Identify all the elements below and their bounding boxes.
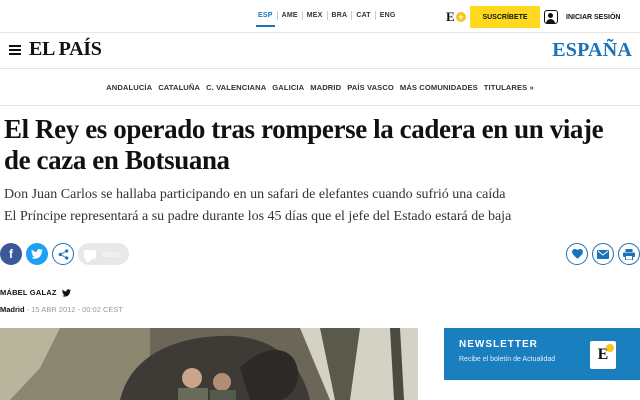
region-link-titulares[interactable]: TITULARES » — [484, 83, 534, 92]
article-photo[interactable] — [0, 328, 418, 400]
account-area: E + SUSCRÍBETE INICIAR SESIÓN — [446, 6, 640, 28]
region-link-mas-comunidades[interactable]: MÁS COMUNIDADES — [400, 83, 478, 92]
edition-selector: ESP AME MEX BRA CAT ENG — [256, 11, 400, 27]
heart-icon — [571, 249, 583, 259]
region-link-andalucia[interactable]: ANDALUCÍA — [106, 83, 152, 92]
email-share-button[interactable] — [592, 243, 614, 265]
article-headline: El Rey es operado tras romperse la cader… — [4, 114, 604, 175]
section-title[interactable]: ESPAÑA — [552, 39, 632, 62]
site-logo[interactable]: EL PAÍS — [29, 38, 102, 61]
region-link-cataluna[interactable]: CATALUÑA — [158, 83, 200, 92]
edition-bra[interactable]: BRA — [326, 11, 352, 20]
edition-cat[interactable]: CAT — [351, 11, 374, 20]
print-button[interactable] — [618, 243, 640, 265]
newsletter-text: Recibe el boletín de Actualidad — [459, 356, 556, 363]
edition-eng[interactable]: ENG — [374, 11, 400, 20]
share-icon — [58, 248, 68, 260]
comment-bubble-icon — [84, 249, 96, 262]
region-link-valenciana[interactable]: C. VALENCIANA — [206, 83, 266, 92]
newsletter-title: NEWSLETTER — [459, 339, 538, 350]
dateline-date: - 15 ABR 2012 - 00:02 CEST — [24, 305, 123, 314]
share-button[interactable] — [52, 243, 74, 265]
newsletter-promo[interactable]: NEWSLETTER Recibe el boletín de Actualid… — [444, 328, 640, 380]
facebook-share-button[interactable]: f — [0, 243, 22, 265]
edition-esp[interactable]: ESP — [256, 11, 277, 27]
dateline-location: Madrid — [0, 305, 25, 314]
author-byline: MÁBEL GALAZ — [0, 288, 71, 297]
comments-button[interactable]: 6970 — [78, 243, 129, 265]
login-button[interactable]: INICIAR SESIÓN — [544, 6, 640, 28]
region-link-madrid[interactable]: MADRID — [310, 83, 341, 92]
envelope-icon — [597, 249, 609, 259]
article-actions — [562, 243, 640, 265]
login-label: INICIAR SESIÓN — [566, 13, 621, 21]
twitter-icon — [31, 249, 43, 259]
brand-bar: EL PAÍS ESPAÑA — [0, 33, 640, 69]
comment-count: 6970 — [103, 249, 120, 259]
twitter-icon[interactable] — [61, 288, 71, 297]
printer-icon — [623, 248, 635, 260]
regions-nav: ANDALUCÍA CATALUÑA C. VALENCIANA GALICIA… — [0, 70, 640, 106]
region-link-pais-vasco[interactable]: PAÍS VASCO — [347, 83, 394, 92]
article-subtitle-2: El Príncipe representará a su padre dura… — [4, 209, 512, 224]
subscribe-button[interactable]: SUSCRÍBETE — [470, 6, 540, 28]
share-bar: f 6970 — [0, 243, 129, 265]
edition-mex[interactable]: MEX — [301, 11, 327, 20]
newsletter-e-icon: E — [590, 341, 616, 369]
twitter-share-button[interactable] — [26, 243, 48, 265]
user-icon — [544, 10, 558, 24]
edition-ame[interactable]: AME — [276, 11, 302, 20]
dateline: Madrid - 15 ABR 2012 - 00:02 CEST — [0, 305, 123, 314]
el-pais-e-icon: E + — [446, 9, 470, 25]
top-bar: ESP AME MEX BRA CAT ENG E + SUSCRÍBETE IN… — [0, 0, 640, 33]
region-link-galicia[interactable]: GALICIA — [272, 83, 304, 92]
author-name[interactable]: MÁBEL GALAZ — [0, 288, 57, 297]
article-subtitle-1: Don Juan Carlos se hallaba participando … — [4, 187, 506, 202]
hamburger-menu-icon[interactable] — [9, 45, 21, 55]
save-heart-button[interactable] — [566, 243, 588, 265]
facebook-icon: f — [9, 247, 13, 261]
photo-elephant-scene — [0, 328, 418, 400]
